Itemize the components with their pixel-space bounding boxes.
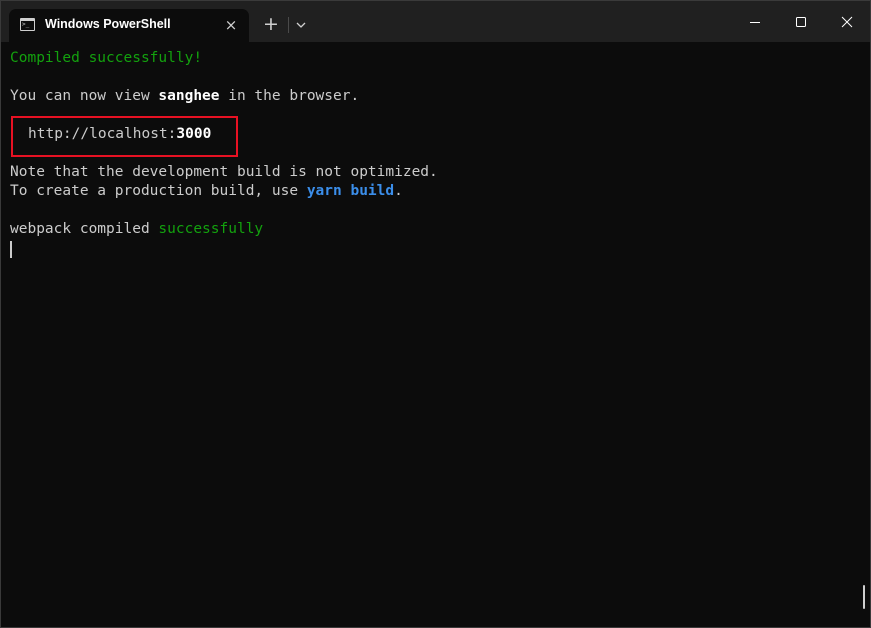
note-suffix: . [394, 183, 403, 199]
terminal-window: >_ Windows PowerShell × + Compiled succe… [0, 0, 871, 628]
view-message-suffix: in the browser. [219, 88, 360, 104]
webpack-message: webpack compiled successfully [10, 220, 860, 239]
app-name: sanghee [158, 88, 220, 104]
url-highlight-box [11, 116, 238, 157]
maximize-icon [796, 16, 806, 27]
tab-title: Windows PowerShell [45, 17, 171, 31]
webpack-prefix: webpack compiled [10, 221, 159, 237]
view-message-prefix: You can now view [10, 88, 159, 104]
note-prefix: To create a production build, use [10, 183, 307, 199]
webpack-status: successfully [158, 221, 264, 237]
close-icon [841, 16, 853, 27]
minimize-button[interactable] [732, 1, 778, 42]
build-command: yarn build [306, 183, 395, 199]
text-cursor [10, 241, 12, 258]
note-line-2: To create a production build, use yarn b… [10, 182, 860, 201]
minimize-icon [750, 21, 760, 23]
close-window-button[interactable] [824, 1, 870, 42]
note-line-1: Note that the development build is not o… [10, 164, 438, 180]
tab-divider [288, 17, 289, 33]
view-message: You can now view sanghee in the browser. [10, 87, 860, 106]
scrollbar-thumb[interactable] [863, 585, 865, 609]
title-bar[interactable]: >_ Windows PowerShell × + [1, 1, 870, 42]
new-tab-button[interactable]: + [259, 13, 283, 37]
tab-windows-powershell[interactable]: >_ Windows PowerShell × [9, 9, 249, 42]
compiled-message: Compiled successfully! [10, 50, 203, 66]
tab-close-icon[interactable]: × [222, 16, 240, 34]
terminal-icon: >_ [20, 18, 35, 31]
chevron-down-icon[interactable] [291, 14, 311, 36]
maximize-button[interactable] [778, 1, 824, 42]
